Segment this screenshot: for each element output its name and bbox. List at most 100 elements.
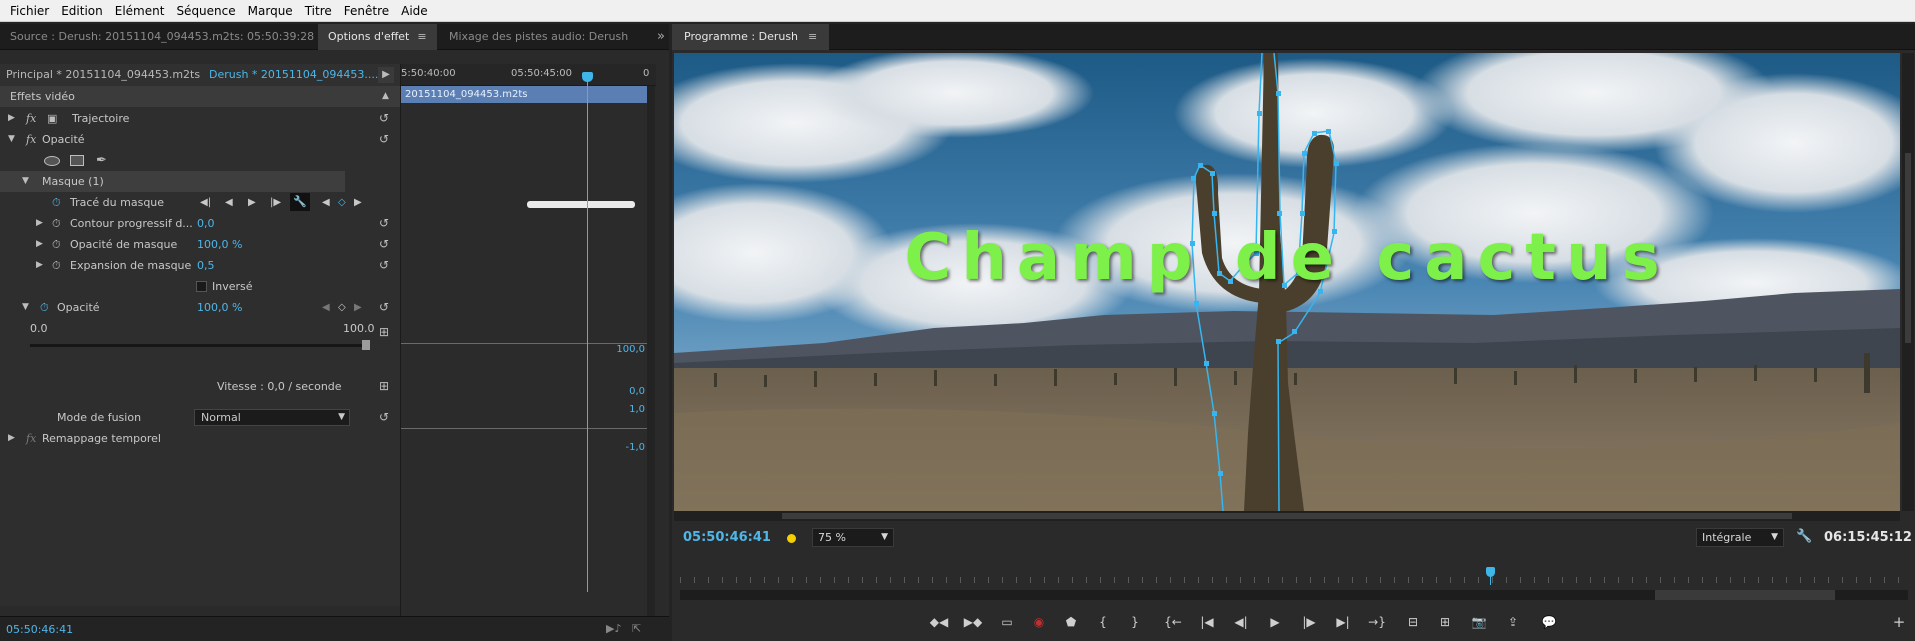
collapse-icon[interactable]: ▼ [8,129,15,150]
extract-icon[interactable]: ⊞ [1434,613,1456,631]
panel-menu-icon[interactable]: ≡ [808,30,817,43]
marker-dot-icon[interactable] [787,534,796,543]
add-keyframe-icon[interactable]: ◇ [338,192,346,213]
menu-clip[interactable]: Elément [109,4,171,18]
reset-icon[interactable]: ↺ [376,409,392,425]
program-work-area-bar[interactable] [680,590,1908,600]
add-keyframe-icon[interactable]: ◇ [338,297,346,318]
scrollbar-thumb[interactable] [1905,153,1911,343]
stopwatch-icon[interactable]: ⏱ [52,234,61,255]
menu-edit[interactable]: Edition [55,4,109,18]
panel-menu-icon[interactable]: ≡ [417,30,426,43]
motion-effect-row[interactable]: ▶ fx ▣ Trajectoire ↺ [0,108,400,129]
lift-icon[interactable]: ⊟ [1402,613,1424,631]
collapse-icon[interactable]: ▼ [22,297,29,318]
prev-keyframe-icon[interactable]: ◀ [322,192,330,213]
time-remap-row[interactable]: ▶ fx Remappage temporel [0,428,400,449]
mask-feather-value[interactable]: 0,0 [197,213,215,234]
add-marker-icon[interactable]: ⬟ [1060,613,1082,631]
program-current-timecode[interactable]: 05:50:46:41 [683,530,771,545]
monitor-horizontal-scrollbar[interactable] [674,511,1900,521]
opacity-slider-thumb[interactable] [362,340,370,350]
menu-help[interactable]: Aide [395,4,434,18]
ellipse-mask-icon[interactable] [44,156,60,166]
step-back-icon[interactable]: ◀| [1230,613,1252,631]
show-timeline-icon[interactable]: ▶ [378,67,394,83]
reset-icon[interactable]: ↺ [376,299,392,315]
menu-sequence[interactable]: Séquence [170,4,241,18]
expand-icon[interactable]: ▶ [36,255,43,276]
stopwatch-icon[interactable]: ⏱ [52,213,61,234]
add-marker-in-icon[interactable]: ◆◀ [928,613,950,631]
master-clip-label[interactable]: Principal * 20151104_094453.m2ts [6,68,200,81]
next-keyframe-icon[interactable]: ▶ [354,192,362,213]
go-to-next-edit-icon[interactable]: ▶| [1332,613,1354,631]
mask-row[interactable]: ▼ Masque (1) [0,171,345,192]
go-to-previous-edit-icon[interactable]: |◀ [1196,613,1218,631]
program-video-frame[interactable]: Champ de cactus [674,53,1900,511]
fx-icon[interactable]: fx [26,108,36,129]
export-icon[interactable]: ⇱ [632,622,641,635]
play-icon[interactable]: ▶ [1264,613,1286,631]
mask-opacity-value[interactable]: 100,0 % [197,234,242,255]
collapse-up-icon[interactable]: ▲ [382,86,389,107]
menu-marker[interactable]: Marque [242,4,299,18]
mask-path-keyframe-bar[interactable] [527,201,635,208]
tab-effect-options[interactable]: Options d'effet ≡ [318,24,437,50]
program-time-ruler[interactable] [680,567,1908,587]
tab-source[interactable]: Source : Derush: 20151104_094453.m2ts: 0… [0,24,324,50]
timeline-vertical-scrollbar[interactable] [647,86,655,626]
track-forward-all-icon[interactable]: |▶ [270,192,281,213]
safe-margins-icon[interactable]: ▭ [996,613,1018,631]
menu-title[interactable]: Titre [299,4,338,18]
expand-icon[interactable]: ▶ [36,234,43,255]
work-area-range[interactable] [1655,590,1835,600]
mark-out-icon[interactable]: } [1124,613,1146,631]
prev-keyframe-icon[interactable]: ◀ [322,297,330,318]
stopwatch-icon[interactable]: ⏱ [40,297,49,318]
timeline-playhead[interactable] [587,72,588,592]
go-to-out-icon[interactable]: →} [1366,613,1388,631]
comment-icon[interactable]: 💬 [1538,613,1560,631]
tab-audio-mixer[interactable]: Mixage des pistes audio: Derush [439,24,638,50]
expand-icon[interactable]: ▶ [8,108,15,129]
reset-icon[interactable]: ↺ [376,110,392,126]
graph-toggle-icon[interactable]: ⊞ [376,378,392,394]
add-marker-out-icon[interactable]: ▶◆ [962,613,984,631]
reset-icon[interactable]: ↺ [376,236,392,252]
rectangle-mask-icon[interactable] [70,155,84,166]
monitor-vertical-scrollbar[interactable] [1902,53,1914,511]
play-audio-icon[interactable]: ▶♪ [606,622,621,635]
sequence-clip-label[interactable]: Derush * 20151104_094453.... [209,68,378,81]
opacity-slider-track[interactable] [30,344,370,347]
menu-window[interactable]: Fenêtre [338,4,395,18]
wrench-icon[interactable]: 🔧 [290,193,310,211]
scrollbar-thumb[interactable] [782,513,1792,519]
collapse-icon[interactable]: ▼ [22,171,29,192]
export-frame-icon[interactable]: 📷 [1468,613,1490,631]
tab-overflow-icon[interactable]: » [657,24,665,50]
track-forward-icon[interactable]: ▶ [248,192,256,213]
opacity-effect-row[interactable]: ▼ fx Opacité ↺ [0,129,400,150]
effect-controls-timeline[interactable]: 5:50:40:00 05:50:45:00 0 20151104_094453… [400,64,656,641]
pen-mask-icon[interactable]: ✒ [96,150,107,171]
mark-in-icon[interactable]: { [1092,613,1114,631]
reset-icon[interactable]: ↺ [376,215,392,231]
add-button-icon[interactable]: + [1888,613,1910,631]
opacity-param-value[interactable]: 100,0 % [197,297,242,318]
wrench-icon[interactable]: 🔧 [1796,529,1812,544]
mask-expansion-value[interactable]: 0,5 [197,255,215,276]
graph-toggle-icon[interactable]: ⊞ [376,324,392,340]
playhead-handle[interactable] [582,72,593,82]
step-forward-icon[interactable]: |▶ [1298,613,1320,631]
expand-icon[interactable]: ▶ [8,428,15,449]
timeline-clip-bar[interactable]: 20151104_094453.m2ts [401,86,649,103]
record-icon[interactable]: ◉ [1028,613,1050,631]
fx-icon[interactable]: fx [26,129,36,150]
go-to-in-icon[interactable]: {← [1162,613,1184,631]
next-keyframe-icon[interactable]: ▶ [354,297,362,318]
expand-icon[interactable]: ▶ [36,213,43,234]
current-timecode[interactable]: 05:50:46:41 [6,623,73,636]
playback-resolution-select[interactable]: Intégrale ▼ [1696,528,1784,547]
stopwatch-icon[interactable]: ⏱ [52,192,61,213]
